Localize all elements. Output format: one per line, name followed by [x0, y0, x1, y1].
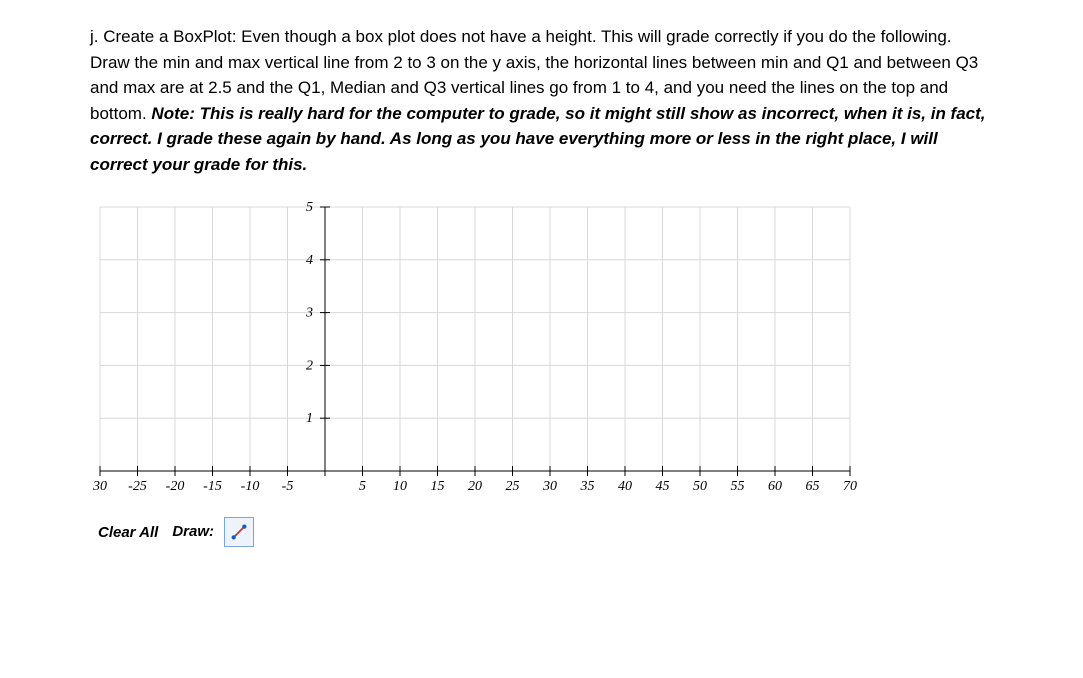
- chart-controls: Clear All Draw:: [90, 517, 993, 547]
- svg-text:2: 2: [306, 358, 313, 373]
- svg-text:55: 55: [731, 479, 745, 494]
- svg-text:50: 50: [693, 479, 707, 494]
- clear-all-button[interactable]: Clear All: [94, 520, 162, 545]
- svg-text:1: 1: [306, 411, 313, 426]
- chart-canvas[interactable]: 30-25-20-15-10-5510152025303540455055606…: [90, 201, 860, 501]
- svg-text:5: 5: [306, 201, 313, 215]
- svg-text:20: 20: [468, 479, 482, 494]
- svg-text:4: 4: [306, 253, 313, 268]
- svg-text:15: 15: [431, 479, 445, 494]
- svg-text:30: 30: [92, 479, 107, 494]
- svg-text:65: 65: [806, 479, 820, 494]
- svg-text:-10: -10: [241, 479, 260, 494]
- draw-line-tool-button[interactable]: [224, 517, 254, 547]
- instruction-text: j. Create a BoxPlot: Even though a box p…: [90, 24, 993, 177]
- svg-text:70: 70: [843, 479, 857, 494]
- svg-text:35: 35: [580, 479, 595, 494]
- instruction-note: Note: This is really hard for the comput…: [90, 104, 986, 174]
- svg-text:60: 60: [768, 479, 782, 494]
- svg-text:-15: -15: [203, 479, 222, 494]
- chart-svg: 30-25-20-15-10-5510152025303540455055606…: [90, 201, 860, 501]
- svg-text:25: 25: [506, 479, 520, 494]
- svg-text:-5: -5: [282, 479, 294, 494]
- line-segment-icon: [231, 523, 247, 541]
- svg-text:45: 45: [656, 479, 670, 494]
- svg-text:-20: -20: [166, 479, 185, 494]
- svg-text:40: 40: [618, 479, 632, 494]
- svg-text:10: 10: [393, 479, 407, 494]
- draw-label: Draw:: [172, 521, 214, 544]
- svg-text:-25: -25: [128, 479, 147, 494]
- svg-text:5: 5: [359, 479, 366, 494]
- svg-text:3: 3: [305, 306, 313, 321]
- svg-text:30: 30: [542, 479, 557, 494]
